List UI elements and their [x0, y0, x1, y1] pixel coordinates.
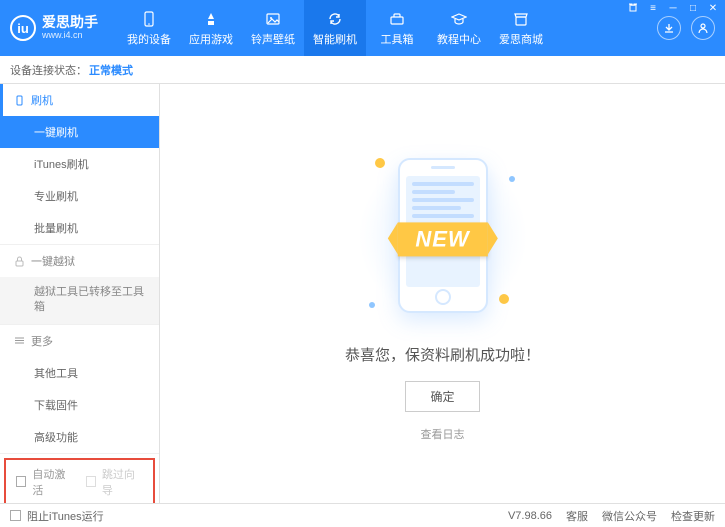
image-icon — [264, 10, 282, 28]
skin-icon[interactable] — [627, 2, 639, 14]
checkbox-label: 跳过向导 — [102, 466, 143, 498]
nav-smart-flash[interactable]: 智能刷机 — [304, 0, 366, 56]
lock-icon — [14, 256, 25, 267]
success-message: 恭喜您，保资料刷机成功啦！ — [345, 344, 540, 365]
nav-label: 铃声壁纸 — [251, 31, 295, 47]
sidebar-item-other-tools[interactable]: 其他工具 — [0, 357, 159, 389]
logo-icon: iu — [10, 15, 36, 41]
nav-label: 我的设备 — [127, 31, 171, 47]
nav-label: 爱思商城 — [499, 31, 543, 47]
sidebar-group-flash[interactable]: 刷机 — [0, 84, 159, 116]
sidebar-item-download-firmware[interactable]: 下载固件 — [0, 389, 159, 421]
group-label: 一键越狱 — [31, 253, 75, 269]
nav-label: 教程中心 — [437, 31, 481, 47]
main-content: NEW 恭喜您，保资料刷机成功啦！ 确定 查看日志 — [160, 84, 725, 503]
nav-toolbox[interactable]: 工具箱 — [366, 0, 428, 56]
nav-tutorials[interactable]: 教程中心 — [428, 0, 490, 56]
phone-icon — [140, 10, 158, 28]
more-icon — [14, 335, 25, 346]
version-label: V7.98.66 — [508, 510, 552, 522]
checkbox-skip-guide[interactable]: 跳过向导 — [86, 466, 144, 498]
wechat-link[interactable]: 微信公众号 — [602, 508, 657, 524]
hero-illustration: NEW — [353, 146, 533, 326]
shop-icon — [512, 10, 530, 28]
new-ribbon: NEW — [397, 222, 487, 256]
close-icon[interactable]: ✕ — [707, 2, 719, 14]
apps-icon — [202, 10, 220, 28]
checkbox-label: 阻止iTunes运行 — [27, 508, 104, 524]
sidebar-item-pro-flash[interactable]: 专业刷机 — [0, 180, 159, 212]
main-nav: 我的设备 应用游戏 铃声壁纸 智能刷机 工具箱 教程中心 爱思商城 — [118, 0, 657, 56]
menu-icon[interactable]: ≡ — [647, 2, 659, 14]
checkbox-block-itunes[interactable]: 阻止iTunes运行 — [10, 508, 104, 524]
ok-button[interactable]: 确定 — [405, 381, 479, 412]
minimize-icon[interactable]: ─ — [667, 2, 679, 14]
sidebar-item-one-click-flash[interactable]: 一键刷机 — [0, 116, 159, 148]
checkbox-auto-activate[interactable]: 自动激活 — [16, 466, 74, 498]
nav-label: 应用游戏 — [189, 31, 233, 47]
sidebar-item-batch-flash[interactable]: 批量刷机 — [0, 212, 159, 244]
checkbox-icon — [16, 476, 26, 487]
support-link[interactable]: 客服 — [566, 508, 588, 524]
nav-my-device[interactable]: 我的设备 — [118, 0, 180, 56]
status-label: 设备连接状态： — [10, 62, 87, 78]
logo-area: iu 爱思助手 www.i4.cn — [10, 15, 98, 41]
window-controls: ≡ ─ □ ✕ — [627, 2, 719, 14]
nav-mall[interactable]: 爱思商城 — [490, 0, 552, 56]
sidebar-item-advanced[interactable]: 高级功能 — [0, 421, 159, 453]
nav-label: 工具箱 — [381, 31, 414, 47]
toolbox-icon — [388, 10, 406, 28]
checkbox-icon — [10, 510, 21, 521]
user-button[interactable] — [691, 16, 715, 40]
status-bar: 设备连接状态： 正常模式 — [0, 56, 725, 84]
app-header: iu 爱思助手 www.i4.cn 我的设备 应用游戏 铃声壁纸 智能刷机 工具… — [0, 0, 725, 56]
sidebar: 刷机 一键刷机 iTunes刷机 专业刷机 批量刷机 一键越狱 越狱工具已转移至… — [0, 84, 160, 503]
sidebar-group-more[interactable]: 更多 — [0, 325, 159, 357]
check-update-link[interactable]: 检查更新 — [671, 508, 715, 524]
group-label: 更多 — [31, 333, 53, 349]
header-right — [657, 16, 715, 40]
sidebar-jailbreak-note: 越狱工具已转移至工具箱 — [0, 277, 159, 324]
phone-icon — [14, 95, 25, 106]
app-name: 爱思助手 — [42, 15, 98, 30]
checkbox-label: 自动激活 — [32, 466, 73, 498]
options-highlight-box: 自动激活 跳过向导 — [4, 458, 155, 503]
graduation-icon — [450, 10, 468, 28]
app-url: www.i4.cn — [42, 31, 98, 41]
sidebar-item-itunes-flash[interactable]: iTunes刷机 — [0, 148, 159, 180]
checkbox-icon — [86, 476, 96, 487]
nav-ringtones[interactable]: 铃声壁纸 — [242, 0, 304, 56]
download-button[interactable] — [657, 16, 681, 40]
refresh-icon — [326, 10, 344, 28]
nav-apps-games[interactable]: 应用游戏 — [180, 0, 242, 56]
view-log-link[interactable]: 查看日志 — [421, 426, 465, 442]
maximize-icon[interactable]: □ — [687, 2, 699, 14]
status-value: 正常模式 — [89, 62, 133, 78]
sidebar-group-jailbreak: 一键越狱 — [0, 245, 159, 277]
group-label: 刷机 — [31, 92, 53, 108]
footer: 阻止iTunes运行 V7.98.66 客服 微信公众号 检查更新 — [0, 503, 725, 527]
nav-label: 智能刷机 — [313, 31, 357, 47]
